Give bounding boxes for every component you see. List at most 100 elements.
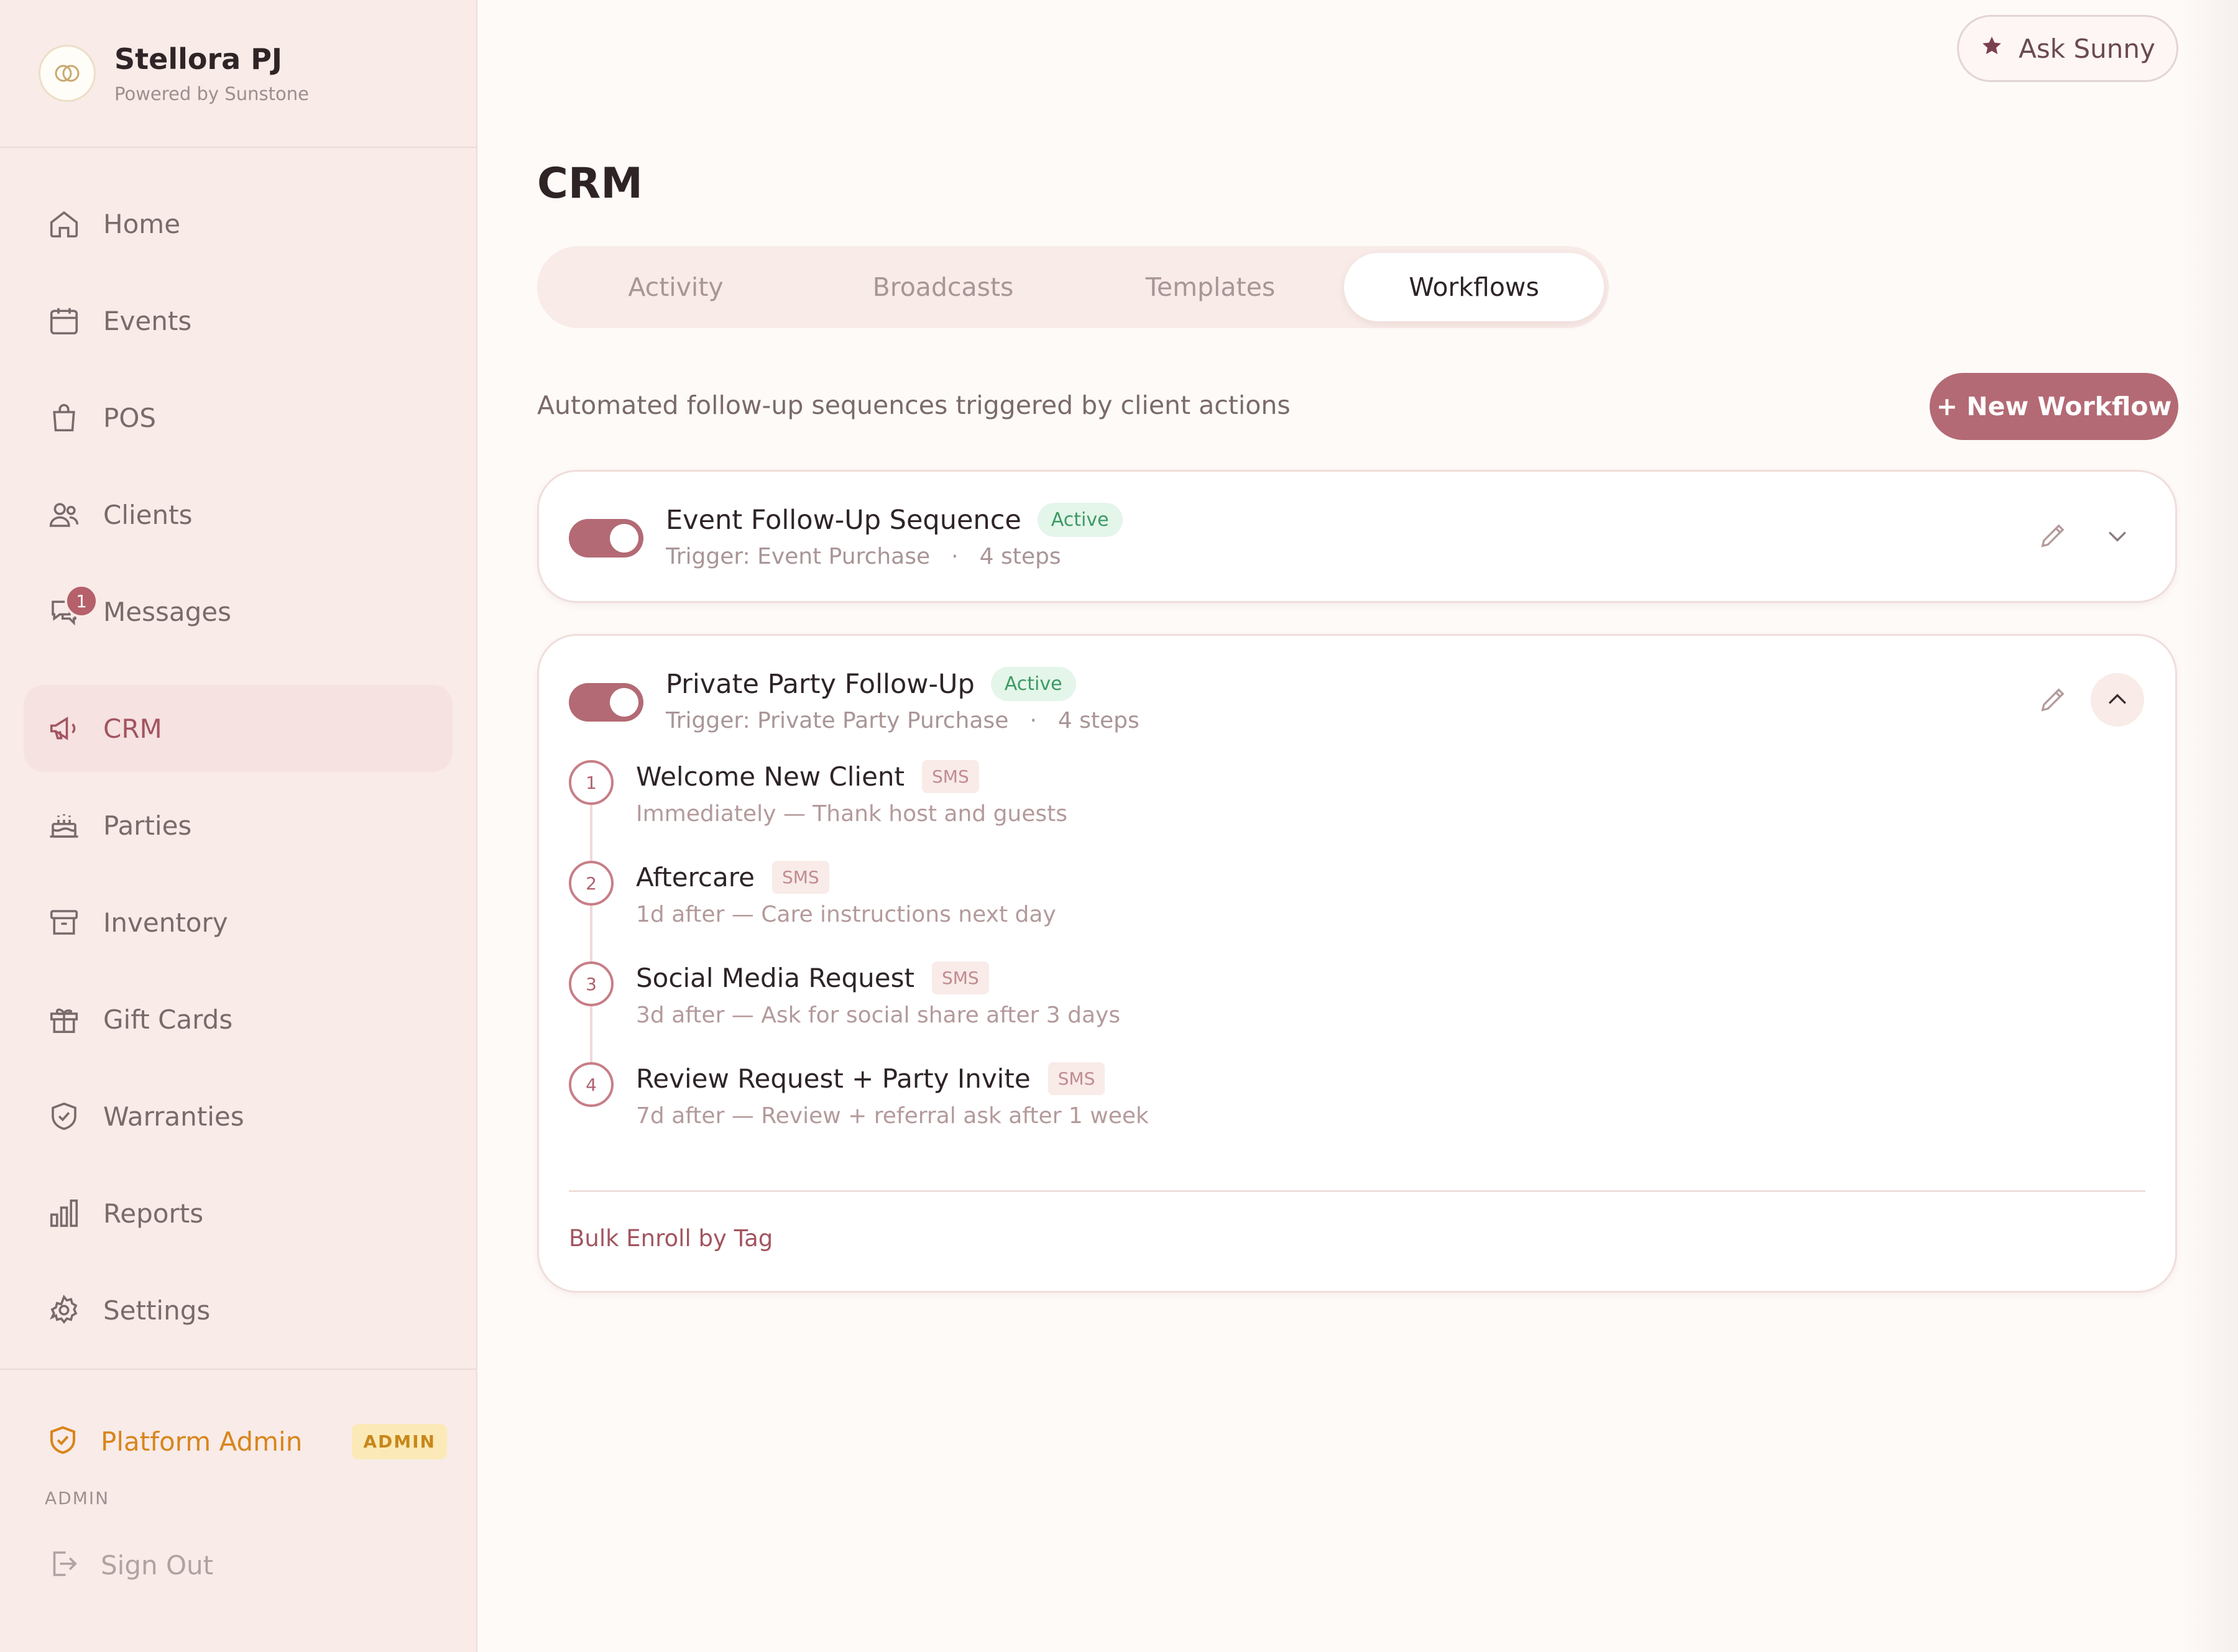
users-icon	[46, 497, 82, 533]
workflow-steps-count: 4 steps	[979, 544, 1061, 569]
workflow-step[interactable]: 2 Aftercare SMS 1d after — Care instruct…	[569, 861, 1501, 961]
workflow-title: Event Follow-Up Sequence	[666, 504, 1021, 536]
workflow-card-expanded: Private Party Follow-Up Active Trigger: …	[537, 634, 2177, 1293]
channel-tag: SMS	[1048, 1062, 1105, 1095]
tab-workflows[interactable]: Workflows	[1344, 253, 1604, 321]
sidebar-item-label: Messages	[103, 596, 231, 627]
sidebar-item-events[interactable]: Events	[24, 277, 453, 364]
sidebar-item-gift-cards[interactable]: Gift Cards	[24, 976, 453, 1063]
sidebar-item-label: CRM	[103, 713, 162, 744]
megaphone-icon	[46, 710, 82, 746]
workflow-trigger: Trigger: Private Party Purchase	[666, 708, 1009, 733]
edit-icon[interactable]	[2037, 683, 2072, 718]
sidebar-item-clients[interactable]: Clients	[24, 471, 453, 558]
shield-check-icon	[46, 1423, 80, 1459]
home-icon	[46, 206, 82, 242]
ask-sunny-button[interactable]: Ask Sunny	[1957, 15, 2178, 82]
meta-separator: ·	[1029, 708, 1037, 733]
step-description: Immediately — Thank host and guests	[636, 801, 1068, 827]
step-connector	[590, 906, 592, 961]
status-badge: Active	[990, 667, 1076, 701]
step-connector	[590, 805, 592, 861]
workflow-title: Private Party Follow-Up	[666, 668, 975, 700]
sidebar-item-warranties[interactable]: Warranties	[24, 1073, 453, 1160]
step-number: 1	[569, 760, 614, 805]
workflow-enabled-toggle[interactable]	[569, 683, 643, 722]
sidebar-item-crm[interactable]: CRM	[24, 685, 453, 772]
main-content: Ask Sunny CRM Activity Broadcasts Templa…	[479, 0, 2238, 1652]
sidebar-item-label: Home	[103, 208, 181, 239]
workflow-title-row: Private Party Follow-Up Active	[666, 667, 1076, 701]
page-title: CRM	[537, 159, 643, 208]
star-icon	[1980, 34, 2004, 64]
workflow-meta: Trigger: Event Purchase · 4 steps	[666, 544, 1061, 569]
chevron-down-icon[interactable]	[2091, 509, 2144, 562]
gift-icon	[46, 1001, 82, 1037]
sign-out-label: Sign Out	[101, 1549, 214, 1581]
step-title-row: Social Media Request SMS	[636, 961, 989, 994]
sidebar-item-home[interactable]: Home	[24, 180, 453, 267]
sign-out-button[interactable]: Sign Out	[24, 1531, 453, 1599]
step-number: 3	[569, 961, 614, 1006]
status-badge: Active	[1037, 503, 1123, 537]
workflow-title-row: Event Follow-Up Sequence Active	[666, 503, 1123, 537]
sidebar-item-platform-admin[interactable]: Platform Admin ADMIN	[24, 1413, 453, 1469]
workflow-trigger: Trigger: Event Purchase	[666, 544, 931, 569]
edit-icon[interactable]	[2037, 519, 2072, 554]
step-description: 1d after — Care instructions next day	[636, 902, 1056, 927]
sidebar-item-label: Settings	[103, 1295, 211, 1326]
sidebar-item-messages[interactable]: 1 Messages	[24, 568, 453, 655]
bulk-enroll-link[interactable]: Bulk Enroll by Tag	[569, 1225, 773, 1252]
step-name: Aftercare	[636, 862, 755, 893]
ask-sunny-label: Ask Sunny	[2019, 33, 2155, 64]
sidebar-item-settings[interactable]: Settings	[24, 1267, 453, 1354]
workflow-step[interactable]: 4 Review Request + Party Invite SMS 7d a…	[569, 1062, 1501, 1163]
brand-logo-icon	[39, 45, 96, 102]
workflow-steps-count: 4 steps	[1057, 708, 1140, 733]
sign-out-icon	[46, 1547, 80, 1583]
sidebar-item-label: Warranties	[103, 1101, 244, 1132]
shield-icon	[46, 1098, 82, 1134]
sidebar-item-label: Parties	[103, 810, 192, 841]
sidebar-item-label: Reports	[103, 1198, 204, 1229]
card-divider	[569, 1190, 2145, 1192]
workflow-step[interactable]: 1 Welcome New Client SMS Immediately — T…	[569, 760, 1501, 861]
step-connector	[590, 1006, 592, 1062]
tab-templates[interactable]: Templates	[1077, 253, 1344, 321]
workflow-steps: 1 Welcome New Client SMS Immediately — T…	[569, 760, 1501, 1163]
bar-chart-icon	[46, 1195, 82, 1231]
sidebar-item-parties[interactable]: Parties	[24, 782, 453, 869]
archive-icon	[46, 904, 82, 940]
sidebar-item-pos[interactable]: POS	[24, 374, 453, 461]
crm-tabs: Activity Broadcasts Templates Workflows	[537, 246, 1609, 328]
cake-icon	[46, 807, 82, 843]
sidebar-item-label: Events	[103, 305, 192, 336]
workflow-enabled-toggle[interactable]	[569, 519, 643, 558]
step-description: 7d after — Review + referral ask after 1…	[636, 1103, 1149, 1129]
step-title-row: Aftercare SMS	[636, 861, 829, 894]
tab-broadcasts[interactable]: Broadcasts	[809, 253, 1077, 321]
sidebar-item-reports[interactable]: Reports	[24, 1170, 453, 1257]
meta-separator: ·	[951, 544, 959, 569]
calendar-icon	[46, 303, 82, 339]
admin-badge: ADMIN	[352, 1423, 447, 1459]
step-number: 4	[569, 1062, 614, 1107]
brand-name: Stellora PJ	[114, 42, 283, 76]
tab-activity[interactable]: Activity	[542, 253, 809, 321]
sidebar-item-label: Inventory	[103, 907, 228, 938]
step-number: 2	[569, 861, 614, 906]
chevron-up-icon[interactable]	[2091, 673, 2144, 727]
step-title-row: Review Request + Party Invite SMS	[636, 1062, 1105, 1095]
new-workflow-button[interactable]: + New Workflow	[1930, 373, 2178, 440]
sidebar-item-inventory[interactable]: Inventory	[24, 879, 453, 966]
platform-admin-label: Platform Admin	[101, 1426, 303, 1457]
messages-badge: 1	[65, 584, 98, 618]
edge-shadow	[2182, 0, 2238, 1652]
brand-header: Stellora PJ Powered by Sunstone	[0, 0, 476, 148]
sidebar-nav: Home Events POS Clients 1 Messages CRM P…	[24, 180, 453, 1364]
step-name: Social Media Request	[636, 963, 914, 993]
shopping-bag-icon	[46, 400, 82, 436]
step-description: 3d after — Ask for social share after 3 …	[636, 1003, 1121, 1028]
brand-subtitle: Powered by Sunstone	[114, 83, 309, 104]
workflow-step[interactable]: 3 Social Media Request SMS 3d after — As…	[569, 961, 1501, 1062]
